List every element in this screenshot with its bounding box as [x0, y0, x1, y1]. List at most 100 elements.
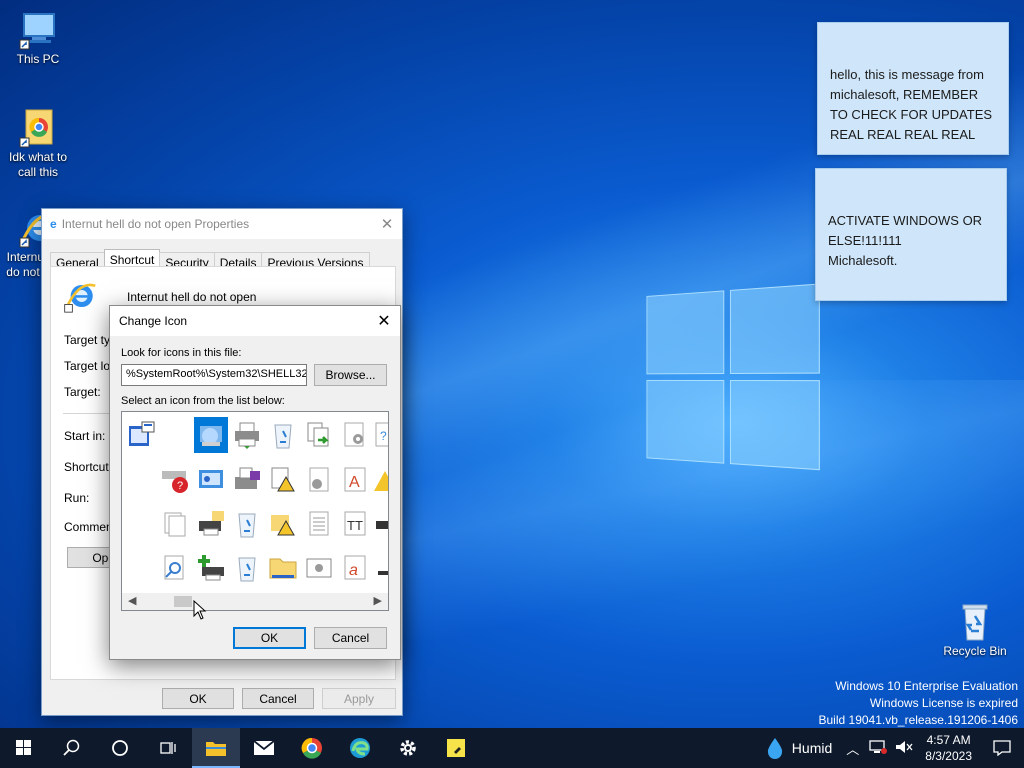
program-window-icon[interactable] — [124, 417, 158, 453]
weather-widget[interactable]: Humid — [758, 737, 840, 759]
sticky-notes-button[interactable] — [432, 728, 480, 768]
system-tray: Humid ︿ 4:57 AM 8/3/2023 — [758, 728, 1024, 768]
close-icon[interactable]: ✕ — [372, 215, 402, 233]
cancel-button[interactable]: Cancel — [314, 627, 387, 649]
browse-button[interactable]: Browse... — [314, 364, 387, 386]
run-label: Run: — [64, 491, 90, 505]
add-printer-icon[interactable] — [194, 550, 228, 586]
control-panel-icon[interactable] — [194, 462, 228, 498]
settings-window-icon[interactable] — [302, 550, 336, 586]
internet-explorer-icon — [63, 279, 97, 316]
icon-list[interactable]: ? ? A TT a ◀ ▶ — [121, 411, 389, 611]
svg-text:a: a — [349, 562, 358, 579]
sticky-note-text: hello, this is message from michalesoft,… — [830, 67, 993, 142]
properties-titlebar[interactable]: e Internut hell do not open Properties ✕ — [42, 209, 402, 239]
notification-icon — [993, 740, 1011, 756]
truetype-font-icon[interactable]: TT — [338, 506, 372, 542]
recycle-bin-icon[interactable] — [230, 506, 264, 542]
recycle-bin-icon[interactable] — [266, 417, 300, 453]
shortcut-name: Internut hell do not open — [127, 290, 257, 304]
start-button[interactable] — [0, 728, 48, 768]
sticky-note-text: ACTIVATE WINDOWS OR ELSE!11!111 Michales… — [828, 213, 983, 268]
search-button[interactable] — [48, 728, 96, 768]
mail-button[interactable] — [240, 728, 288, 768]
look-for-label: Look for icons in this file: — [121, 347, 242, 359]
target-label: Target: — [64, 385, 101, 399]
chevron-up-icon[interactable]: ︿ — [840, 739, 865, 758]
folder-icon[interactable] — [266, 550, 300, 586]
gear-icon — [400, 740, 416, 756]
edge-icon — [350, 738, 370, 758]
settings-button[interactable] — [384, 728, 432, 768]
mouse-cursor-icon — [193, 599, 207, 623]
select-icon-label: Select an icon from the list below: — [121, 395, 285, 407]
recycle-bin-icon[interactable] — [230, 550, 264, 586]
svg-text:?: ? — [380, 429, 387, 443]
file-explorer-icon — [206, 742, 226, 756]
system-file-icon[interactable] — [302, 462, 336, 498]
font-a-icon[interactable]: a — [338, 550, 372, 586]
search-file-icon[interactable] — [158, 550, 192, 586]
sticky-note-activate[interactable]: ACTIVATE WINDOWS OR ELSE!11!111 Michales… — [815, 168, 1007, 301]
dialog-title: Change Icon — [119, 314, 188, 328]
humidity-droplet-icon — [767, 738, 782, 759]
scroll-left-icon[interactable]: ◀ — [128, 594, 136, 607]
properties-title: Internut hell do not open Properties — [61, 217, 250, 231]
cortana-icon — [112, 740, 128, 756]
apply-button[interactable]: Apply — [322, 688, 396, 709]
icon-file-path-input[interactable]: %SystemRoot%\System32\SHELL32.dll — [121, 364, 307, 386]
desktop-icon-label: Idk what to call this — [8, 150, 68, 179]
close-icon[interactable]: ✕ — [368, 311, 400, 331]
edge-button[interactable] — [336, 728, 384, 768]
computer-icon — [18, 10, 58, 50]
chrome-shortcut-icon — [18, 108, 58, 148]
desktop-icon-recycle-bin[interactable]: Recycle Bin — [937, 602, 1013, 659]
warning-icon[interactable] — [368, 462, 388, 498]
warning-folder-icon[interactable] — [266, 506, 300, 542]
printer-icon[interactable] — [230, 417, 264, 453]
desktop-icon-label: This PC — [16, 52, 60, 66]
scanner-icon[interactable] — [368, 506, 388, 542]
scroll-right-icon[interactable]: ▶ — [374, 594, 382, 607]
ok-button[interactable]: OK — [162, 688, 234, 709]
fax-icon[interactable] — [230, 462, 264, 498]
task-view-button[interactable] — [144, 728, 192, 768]
chrome-button[interactable] — [288, 728, 336, 768]
network-drive-icon[interactable] — [194, 417, 228, 453]
watermark-build: Build 19041.vb_release.191206-1406 — [818, 713, 1019, 727]
change-icon-titlebar[interactable]: Change Icon ✕ — [110, 306, 400, 336]
icon-list-scrollbar[interactable]: ◀ ▶ — [122, 593, 388, 610]
mail-icon — [253, 740, 275, 755]
network-icon[interactable] — [865, 739, 891, 757]
start-in-label: Start in: — [64, 429, 106, 443]
move-file-icon[interactable] — [302, 417, 336, 453]
chrome-icon — [301, 737, 322, 759]
svg-text:?: ? — [177, 480, 183, 492]
sticky-notes-icon — [447, 739, 465, 757]
clock[interactable]: 4:57 AM 8/3/2023 — [917, 732, 980, 764]
scrollbar-thumb[interactable] — [174, 596, 192, 607]
warning-file-icon[interactable] — [266, 462, 300, 498]
weather-text: Humid — [791, 740, 833, 756]
desktop-icon-idk[interactable]: Idk what to call this — [0, 108, 76, 180]
error-device-icon[interactable]: ? — [158, 462, 192, 498]
help-file-icon[interactable]: ? — [368, 417, 388, 453]
settings-file-icon[interactable] — [338, 417, 372, 453]
file-explorer-button[interactable] — [192, 728, 240, 768]
watermark-edition: Windows 10 Enterprise Evaluation — [835, 679, 1018, 693]
blank-file-icon[interactable] — [158, 506, 192, 542]
ie-title-icon: e — [50, 217, 57, 231]
ok-button[interactable]: OK — [233, 627, 306, 649]
cancel-button[interactable]: Cancel — [242, 688, 314, 709]
windows-logo-wallpaper — [646, 283, 824, 475]
sticky-note-updates[interactable]: hello, this is message from michalesoft,… — [817, 22, 1009, 155]
device-icon[interactable] — [368, 550, 388, 586]
font-file-icon[interactable]: A — [338, 462, 372, 498]
cortana-button[interactable] — [96, 728, 144, 768]
text-file-icon[interactable] — [302, 506, 336, 542]
taskbar: Humid ︿ 4:57 AM 8/3/2023 — [0, 728, 1024, 768]
action-center-button[interactable] — [980, 728, 1024, 768]
shared-printer-icon[interactable] — [194, 506, 228, 542]
desktop-icon-this-pc[interactable]: This PC — [0, 10, 76, 67]
volume-muted-icon[interactable] — [891, 740, 917, 757]
